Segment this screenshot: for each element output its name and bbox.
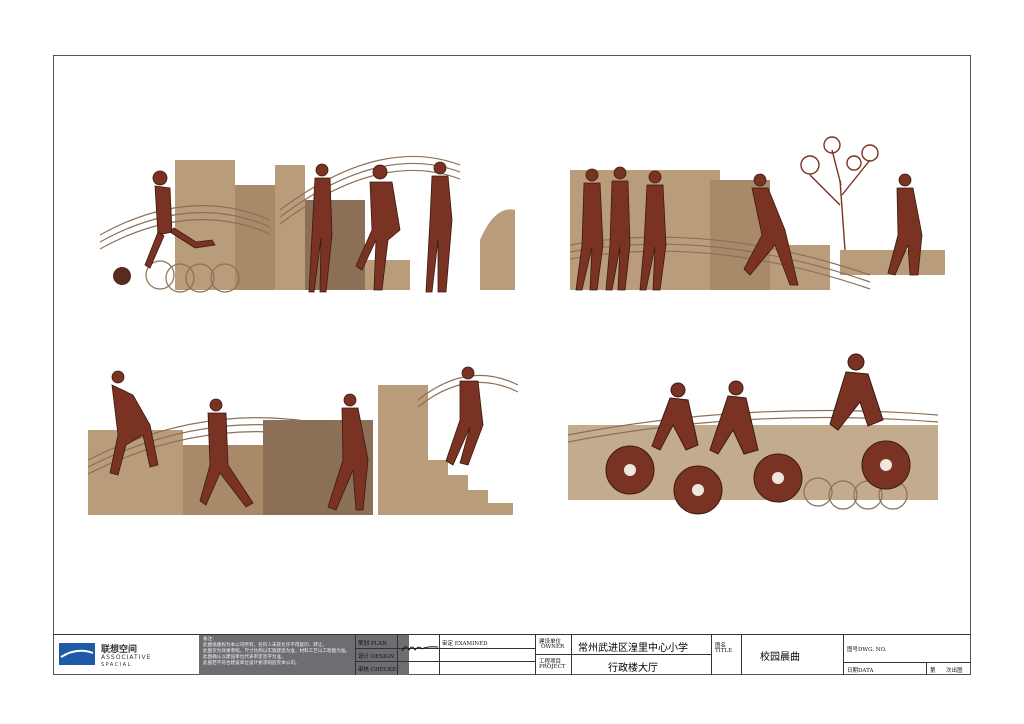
project-label-en: PROJECT <box>539 664 566 670</box>
owner-value: 常州武进区湟里中心小学 <box>578 643 688 654</box>
notes-label: 备注: <box>203 637 214 642</box>
relief-panel-bottom-right <box>568 350 938 520</box>
plan-label: 策划 PLAN <box>358 641 387 647</box>
project-value: 行政楼大厅 <box>608 663 658 674</box>
logo-en-text-2: SPACIAL <box>101 662 132 668</box>
design-label: 设计 DESIGN <box>358 654 395 660</box>
drawing-title: 校园晨曲 <box>760 652 800 663</box>
logo-icon <box>59 643 95 665</box>
relief-panel-bottom-left <box>88 365 518 520</box>
logo-en-text: ASSOCIATIVE <box>101 654 152 661</box>
title-label-en: TITLE <box>715 648 733 654</box>
checked-label: 审核 CHECKED <box>358 667 397 673</box>
logo-area: 联想空间 ASSOCIATIVE SPACIAL <box>53 635 199 675</box>
signature-mark <box>401 646 439 652</box>
owner-project-labels: 建设单位 OWNER 工程项目 PROJECT <box>535 635 571 675</box>
relief-panel-top-left <box>100 140 520 300</box>
dwg-no-label: 图号DWG. NO. <box>847 647 887 653</box>
examined-label: 审定 EXAMINED <box>442 641 488 647</box>
page-suffix: 次出图 <box>946 668 963 674</box>
signature-area <box>397 635 439 675</box>
title-labels: 图名 TITLE <box>711 635 741 675</box>
title-value-area: 校园晨曲 <box>741 635 843 675</box>
page-prefix: 第 <box>930 668 936 674</box>
dwg-date-area: 图号DWG. NO. 日期DATA 第 次出图 <box>843 635 971 675</box>
examined-area: 审定 EXAMINED <box>439 635 535 675</box>
owner-project-values: 常州武进区湟里中心小学 行政楼大厅 <box>571 635 711 675</box>
title-block: 联想空间 ASSOCIATIVE SPACIAL 备注: 此图纸版权为本公司所有… <box>53 634 971 675</box>
date-label: 日期DATA <box>847 668 874 674</box>
relief-panel-top-right <box>570 135 950 300</box>
signature-labels: 策划 PLAN 设计 DESIGN 审核 CHECKED <box>355 635 397 675</box>
owner-label-en: OWNER <box>541 644 565 650</box>
